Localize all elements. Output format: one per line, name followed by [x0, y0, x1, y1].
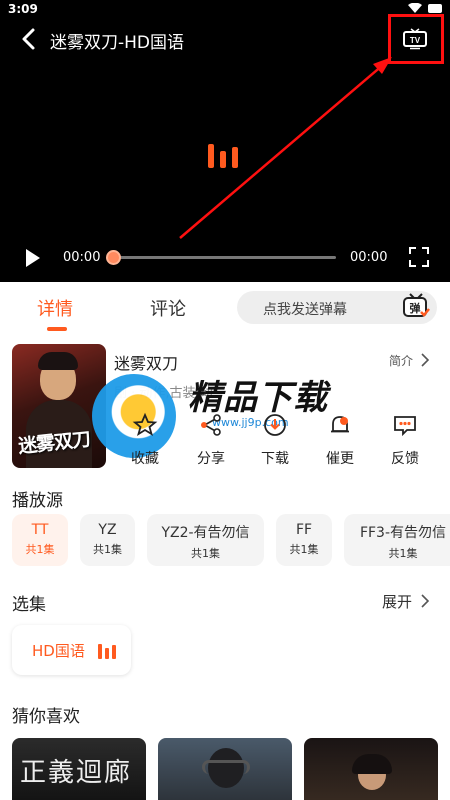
tab-comments[interactable]: 评论	[150, 295, 186, 321]
chevron-right-icon[interactable]	[420, 352, 430, 368]
back-arrow-icon[interactable]	[18, 26, 40, 52]
detail-tabs-bar: 详情 评论 点我发送弹幕 弹	[0, 282, 450, 332]
source-count: 共1集	[289, 543, 319, 556]
danmaku-placeholder: 点我发送弹幕	[263, 302, 347, 318]
episodes-section: 选集 展开 HD国语	[0, 578, 450, 688]
source-name: YZ	[98, 522, 117, 538]
loading-indicator	[208, 142, 242, 168]
play-sources-section: 播放源 TT 共1集 YZ 共1集 YZ2-有告勿信 共1集 FF 共1集 FF…	[0, 480, 450, 578]
share-label: 分享	[197, 451, 225, 467]
favorite-label: 收藏	[131, 451, 159, 467]
source-count: 共1集	[93, 543, 122, 556]
seek-handle[interactable]	[106, 250, 121, 265]
tab-detail[interactable]: 详情	[37, 295, 73, 321]
video-title: 迷雾双刀-HD国语	[50, 33, 185, 53]
battery-icon	[428, 4, 442, 13]
svg-text:弹: 弹	[410, 301, 421, 315]
download-label: 下载	[261, 451, 289, 467]
recommendation-poster-text: 正義迴廊	[20, 758, 133, 788]
episodes-title: 选集	[12, 595, 46, 615]
episode-label: HD国语	[32, 642, 85, 660]
total-time: 00:00	[350, 250, 388, 265]
danmaku-input[interactable]: 点我发送弹幕 弹	[237, 291, 437, 324]
active-tab-indicator	[47, 327, 67, 331]
expand-button[interactable]: 展开	[382, 591, 412, 612]
status-bar-icons	[408, 3, 442, 13]
source-count: 共1集	[388, 547, 418, 560]
recommendation-card[interactable]	[158, 738, 292, 800]
urge-update-label: 催更	[326, 451, 354, 467]
intro-link[interactable]: 简介	[389, 352, 413, 369]
recommendations-section: 猜你喜欢 正義迴廊	[0, 688, 450, 800]
feedback-icon	[394, 416, 416, 437]
fullscreen-icon[interactable]	[408, 246, 430, 268]
danmaku-toggle-icon[interactable]: 弹	[401, 292, 431, 322]
source-chip-yz[interactable]: YZ 共1集	[80, 514, 135, 566]
source-chip-ff[interactable]: FF 共1集	[276, 514, 332, 566]
share-button[interactable]: 分享	[186, 412, 236, 470]
play-icon[interactable]	[24, 248, 42, 268]
source-chip-tt[interactable]: TT 共1集	[12, 514, 68, 566]
recommendation-card[interactable]	[304, 738, 438, 800]
bell-icon	[331, 416, 349, 433]
status-bar-time: 3:09	[8, 2, 38, 16]
source-name: FF3-有告勿信	[359, 525, 447, 541]
source-chip-yz2[interactable]: YZ2-有告勿信 共1集	[147, 514, 264, 566]
feedback-button[interactable]: 反馈	[380, 412, 430, 470]
source-name: FF	[295, 522, 313, 538]
urge-update-button[interactable]: 催更	[315, 412, 365, 470]
wifi-icon	[408, 3, 422, 13]
source-name: TT	[31, 522, 49, 538]
sources-title: 播放源	[12, 491, 63, 511]
share-icon	[201, 414, 221, 436]
movie-info-section: 迷雾双刀 迷雾双刀 简介 剧 · 动作,古装,动 精品下载 www.jj9p.c…	[0, 332, 450, 480]
source-chip-ff3[interactable]: FF3-有告勿信 共1集	[344, 514, 450, 566]
episode-chip[interactable]: HD国语	[12, 625, 131, 675]
current-time: 00:00	[63, 250, 101, 265]
favorite-button[interactable]: 收藏	[120, 412, 170, 470]
seek-bar[interactable]	[112, 256, 336, 259]
cast-highlight-box	[388, 14, 444, 64]
now-playing-icon	[98, 643, 118, 659]
star-icon	[132, 412, 158, 436]
video-player[interactable]: 3:09 迷雾双刀-HD国语 TV 00:00 00:00	[0, 0, 450, 282]
feedback-label: 反馈	[391, 451, 419, 467]
download-icon	[264, 414, 286, 436]
chevron-right-icon[interactable]	[420, 593, 430, 609]
source-count: 共1集	[191, 547, 220, 560]
source-name: YZ2-有告勿信	[161, 525, 250, 541]
recommendation-card[interactable]: 正義迴廊	[12, 738, 146, 800]
download-button[interactable]: 下载	[250, 412, 300, 470]
source-count: 共1集	[25, 543, 55, 556]
recommendations-title: 猜你喜欢	[12, 707, 80, 727]
